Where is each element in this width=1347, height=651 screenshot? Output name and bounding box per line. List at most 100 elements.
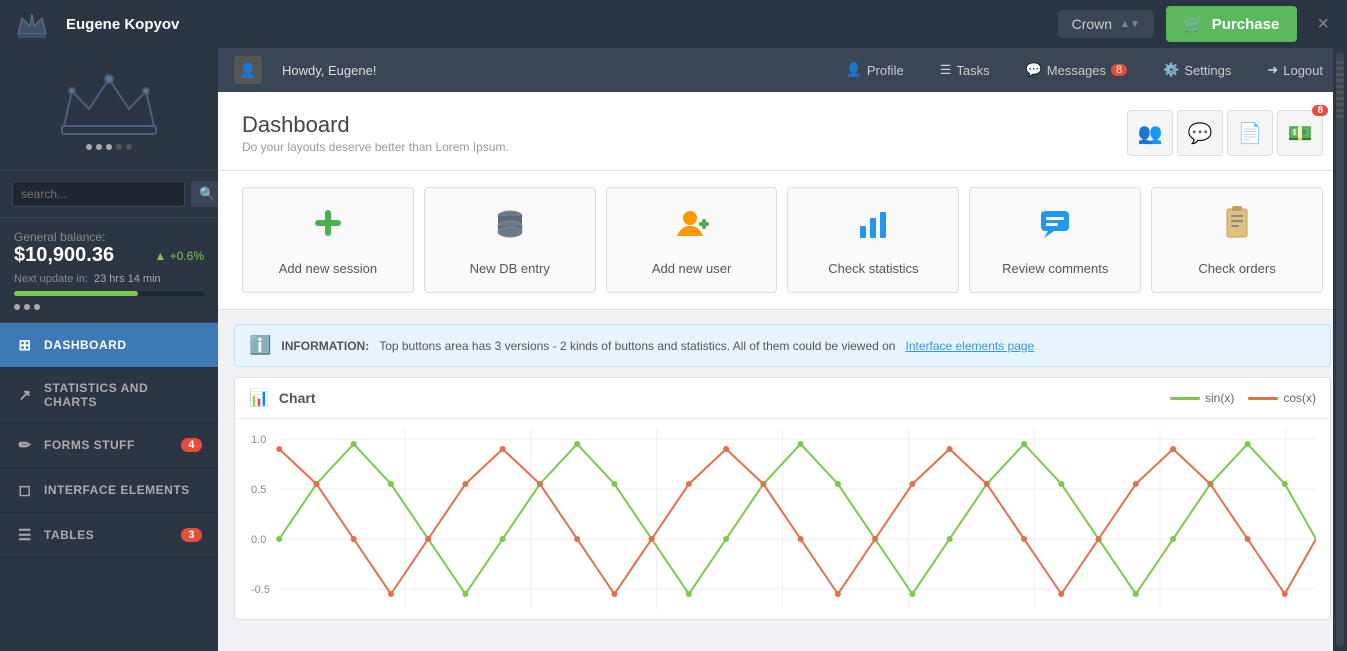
- nav-icon-interface: ◻: [16, 481, 34, 499]
- chart-header: 📊 Chart sin(x) cos(x): [235, 378, 1330, 419]
- sidebar-item-tables[interactable]: ☰ TABLES 3: [0, 513, 218, 558]
- legend-label-cos(x): cos(x): [1283, 391, 1316, 405]
- action-label-check-orders: Check orders: [1198, 261, 1275, 276]
- next-update-time: 23 hrs 14 min: [94, 273, 161, 285]
- svg-text:0.5: 0.5: [251, 484, 266, 496]
- info-text: Top buttons area has 3 versions - 2 kind…: [379, 339, 895, 353]
- legend-color-sin(x): [1170, 397, 1200, 400]
- logout-icon: ➜: [1267, 62, 1278, 78]
- nav-icon-tables: ☰: [16, 526, 34, 544]
- action-label-new-db: New DB entry: [470, 261, 550, 276]
- nav-badge-forms: 4: [181, 438, 202, 452]
- action-icon-check-orders: [1218, 204, 1256, 251]
- balance-section: General balance: $10,900.36 ▲ +0.6% Next…: [0, 218, 218, 323]
- nav-icon-dashboard: ⊞: [16, 336, 34, 354]
- topbar-logout[interactable]: ➜ Logout: [1259, 58, 1331, 82]
- action-label-review-comments: Review comments: [1002, 261, 1108, 276]
- search-input[interactable]: [12, 181, 185, 207]
- balance-row: $10,900.36 ▲ +0.6%: [14, 244, 204, 267]
- topbar-messages[interactable]: 💬 Messages 8: [1018, 58, 1136, 82]
- balance-change-icon: ▲: [154, 249, 166, 263]
- crown-label: Crown: [1072, 16, 1112, 32]
- main-content: 👤 Howdy, Eugene! 👤 Profile ☰ Tasks 💬 Mes…: [218, 48, 1347, 651]
- balance-change: ▲ +0.6%: [154, 249, 204, 263]
- messages-icon: 💬: [1026, 62, 1042, 78]
- sidebar: 🔍 General balance: $10,900.36 ▲ +0.6% Ne…: [0, 48, 218, 651]
- sidebar-item-statistics[interactable]: ↗ STATISTICS AND CHARTS: [0, 368, 218, 423]
- sidebar-logo: [0, 48, 218, 171]
- nav-label-forms: FORMS STUFF: [44, 438, 171, 452]
- legend-color-cos(x): [1248, 397, 1278, 400]
- balance-label: General balance:: [14, 230, 204, 244]
- action-icon-add-session: [309, 204, 347, 251]
- action-icon-new-db: [491, 204, 529, 251]
- action-icon-check-stats: [854, 204, 892, 251]
- progress-fill: [14, 291, 138, 296]
- dashboard-icon-orders[interactable]: 📄: [1227, 110, 1273, 156]
- crown-selector[interactable]: Crown ▲▼: [1058, 10, 1154, 38]
- next-update: Next update in: 23 hrs 14 min: [14, 273, 204, 285]
- topbar-settings[interactable]: ⚙️ Settings: [1155, 58, 1239, 82]
- sidebar-search-area: 🔍: [0, 171, 218, 218]
- info-label: INFORMATION:: [281, 339, 369, 353]
- legend-label-sin(x): sin(x): [1205, 391, 1234, 405]
- topbar-profile[interactable]: 👤 Profile: [838, 58, 912, 82]
- dashboard-title-area: Dashboard Do your layouts deserve better…: [242, 112, 1127, 154]
- users-icon: 👥: [1138, 121, 1163, 146]
- sidebar-item-forms[interactable]: ✏ FORMS STUFF 4: [0, 423, 218, 468]
- dashboard-icon-comments[interactable]: 💬: [1177, 110, 1223, 156]
- dashboard-icon-billing[interactable]: 💵 8: [1277, 110, 1323, 156]
- nav-label-interface: INTERFACE ELEMENTS: [44, 483, 202, 497]
- svg-text:1.0: 1.0: [251, 434, 266, 446]
- topbar-greeting: Howdy, Eugene!: [282, 63, 376, 78]
- info-link[interactable]: Interface elements page: [905, 339, 1034, 353]
- purchase-label: Purchase: [1212, 16, 1280, 33]
- sidebar-item-dashboard[interactable]: ⊞ DASHBOARD: [0, 323, 218, 368]
- cart-icon: 🛒: [1184, 14, 1204, 34]
- topbar-user-icon: 👤: [234, 56, 262, 84]
- dashboard-header: Dashboard Do your layouts deserve better…: [218, 92, 1347, 171]
- dashboard-icon-users[interactable]: 👥: [1127, 110, 1173, 156]
- chart-section: 📊 Chart sin(x) cos(x) 1.0 0.5 0.0 -0.5: [234, 377, 1331, 620]
- content-area: Dashboard Do your layouts deserve better…: [218, 92, 1347, 651]
- action-btn-new-db[interactable]: New DB entry: [424, 187, 596, 293]
- sidebar-item-interface[interactable]: ◻ INTERFACE ELEMENTS: [0, 468, 218, 513]
- orders-icon: 📄: [1238, 121, 1263, 146]
- action-label-check-stats: Check statistics: [828, 261, 918, 276]
- action-buttons-row: Add new session New DB entry Add new use…: [218, 171, 1347, 310]
- billing-icon: 💵: [1288, 121, 1313, 146]
- action-label-add-session: Add new session: [279, 261, 377, 276]
- dashboard-subtitle: Do your layouts deserve better than Lore…: [242, 140, 1127, 154]
- action-btn-review-comments[interactable]: Review comments: [969, 187, 1141, 293]
- sidebar-logo-dots: [86, 144, 132, 150]
- topbar-tasks[interactable]: ☰ Tasks: [932, 58, 998, 82]
- action-icon-add-user: [673, 204, 711, 251]
- nav-icon-forms: ✏: [16, 436, 34, 454]
- nav-badge-tables: 3: [181, 528, 202, 542]
- purchase-button[interactable]: 🛒 Purchase: [1166, 6, 1297, 42]
- legend-item-sin(x): sin(x): [1170, 391, 1234, 405]
- logo-area: [10, 2, 54, 46]
- settings-icon: ⚙️: [1163, 62, 1179, 78]
- dashboard-title: Dashboard: [242, 112, 1127, 138]
- sidebar-logo-svg: [54, 71, 164, 136]
- tasks-icon: ☰: [940, 62, 952, 78]
- close-button[interactable]: ×: [1309, 13, 1337, 36]
- topbar: 👤 Howdy, Eugene! 👤 Profile ☰ Tasks 💬 Mes…: [218, 48, 1347, 92]
- sidebar-crown-logo: [49, 68, 169, 138]
- right-scrollbar[interactable]: [1333, 48, 1347, 651]
- dashboard-icons: 👥 💬 📄 💵 8: [1127, 110, 1323, 156]
- chart-icon: 📊: [249, 388, 269, 408]
- next-update-label: Next update in:: [14, 273, 88, 285]
- action-btn-check-orders[interactable]: Check orders: [1151, 187, 1323, 293]
- nav-label-statistics: STATISTICS AND CHARTS: [44, 381, 202, 409]
- action-btn-check-stats[interactable]: Check statistics: [787, 187, 959, 293]
- profile-icon: 👤: [846, 62, 862, 78]
- crown-chevron: ▲▼: [1120, 19, 1140, 30]
- messages-badge: 8: [1111, 64, 1127, 76]
- action-btn-add-session[interactable]: Add new session: [242, 187, 414, 293]
- nav-label-dashboard: DASHBOARD: [44, 338, 202, 352]
- action-btn-add-user[interactable]: Add new user: [606, 187, 778, 293]
- top-header: Eugene Kopyov Crown ▲▼ 🛒 Purchase ×: [0, 0, 1347, 48]
- balance-dots: [14, 304, 204, 310]
